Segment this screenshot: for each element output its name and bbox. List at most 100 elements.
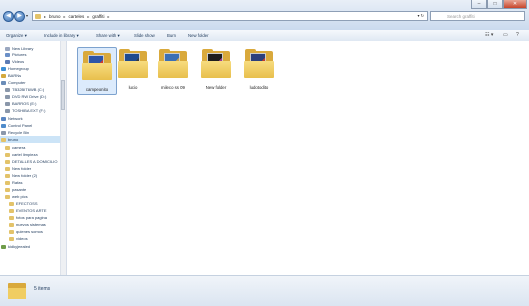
- folder-item[interactable]: lucio: [113, 47, 153, 90]
- sidebar-item[interactable]: BARROS (E:): [0, 100, 66, 107]
- sidebar-item[interactable]: New folder: [0, 165, 66, 172]
- sidebar-item-label: New folder (2): [12, 173, 38, 178]
- network-user-icon: [1, 244, 6, 249]
- sidebar-item[interactable]: TOSHIBA EXT (F:): [0, 107, 66, 114]
- burn-button[interactable]: Burn: [167, 31, 176, 40]
- search-input[interactable]: Search graffiti: [430, 11, 525, 21]
- sidebar-item[interactable]: Computer: [0, 79, 65, 86]
- sidebar-item[interactable]: Recycle Bin: [0, 129, 65, 136]
- sidebar-item-label: quienes somos: [16, 229, 43, 234]
- sidebar-item-label: TOSHIBA EXT (F:): [12, 108, 46, 113]
- preview-pane-button[interactable]: ▭: [503, 31, 508, 40]
- sidebar-item[interactable]: New folder (2): [0, 172, 66, 179]
- folder-icon: [156, 47, 190, 81]
- sidebar-item[interactable]: kidkyjeealed: [0, 243, 65, 250]
- drive-icon: [5, 108, 10, 113]
- videos-icon: [5, 59, 10, 64]
- window-controls: – □ ✕: [471, 0, 527, 9]
- breadcrumb-separator: ▸: [87, 13, 90, 19]
- sidebar-item-label: fotos para pagina: [16, 215, 47, 220]
- sidebar-item[interactable]: Pictures: [0, 51, 66, 58]
- sidebar-item[interactable]: BARNs: [0, 72, 65, 79]
- folder-thumbnail: mileco ss 09: [153, 47, 193, 90]
- organize-button[interactable]: Organize ▾: [6, 31, 27, 40]
- dvd-icon: [5, 94, 10, 99]
- user-icon: [1, 73, 6, 78]
- sidebar-item-label: DETALLES A DOMICILIO: [12, 159, 58, 164]
- back-button[interactable]: ◀: [3, 11, 14, 22]
- sidebar-item[interactable]: EVENTOS ARTE: [0, 207, 66, 214]
- folder-icon: [116, 47, 150, 81]
- folder-label: ludotodito: [249, 85, 269, 90]
- sidebar-item[interactable]: pasante: [0, 186, 66, 193]
- refresh-button[interactable]: ▾ ↻: [400, 12, 424, 20]
- sidebar-item[interactable]: Homegroup: [0, 65, 65, 72]
- sidebar-item[interactable]: quienes somos: [0, 228, 66, 235]
- sidebar-item-label: Recycle Bin: [8, 130, 30, 135]
- folder-icon: [199, 47, 233, 81]
- sidebar-item[interactable]: videos: [0, 235, 66, 242]
- change-view-button[interactable]: ☷ ▾: [485, 31, 493, 40]
- folder-label: New folder: [205, 85, 227, 90]
- folder-icon: [9, 208, 14, 213]
- folder-item[interactable]: campeonito: [77, 47, 117, 95]
- computer-icon: [1, 80, 6, 85]
- breadcrumb-carteles[interactable]: carteles: [69, 14, 85, 19]
- sidebar-item[interactable]: Videos: [0, 58, 66, 65]
- navigation-pane: New Library Pictures Videos Homegroup BARNs C…: [0, 41, 67, 275]
- sidebar-item[interactable]: bruno: [0, 136, 65, 143]
- sidebar-item[interactable]: web pics: [0, 193, 66, 200]
- title-bar: – □ ✕ ◀ ▶ ▾ ▸ bruno ▸ carteles ▸ graffit…: [0, 0, 529, 30]
- folder-icon: [5, 180, 10, 185]
- folder-item[interactable]: ludotodito: [239, 47, 279, 90]
- homegroup-icon: [1, 66, 6, 71]
- sidebar-item[interactable]: EFECTOSS: [0, 200, 66, 207]
- sidebar-item[interactable]: camera: [0, 144, 66, 151]
- sidebar-item[interactable]: TB32BIT6WB (C:): [0, 86, 66, 93]
- folder-thumbnail: ludotodito: [239, 47, 279, 90]
- breadcrumb-bruno[interactable]: bruno: [49, 14, 61, 19]
- scrollbar-thumb[interactable]: [61, 80, 65, 110]
- folder-icon: [242, 47, 276, 81]
- sidebar-item-label: New folder: [12, 166, 32, 171]
- pictures-icon: [5, 52, 10, 57]
- folder-icon: [9, 222, 14, 227]
- breadcrumb-separator: ▸: [107, 13, 110, 19]
- slide-show-button[interactable]: Slide show: [134, 31, 155, 40]
- forward-button[interactable]: ▶: [14, 11, 25, 22]
- folder-icon: [5, 166, 10, 171]
- folder-icon: [9, 236, 14, 241]
- sidebar-item[interactable]: cartel limpieza: [0, 151, 66, 158]
- include-in-library-button[interactable]: Include in library ▾: [44, 31, 79, 40]
- folder-icon: [80, 49, 114, 83]
- breadcrumb-separator: ▸: [44, 13, 47, 19]
- sidebar-item-label: web pics: [12, 194, 28, 199]
- sidebar-item[interactable]: fotos para pagina: [0, 214, 66, 221]
- control-panel-icon: [1, 123, 6, 128]
- drive-icon: [5, 101, 10, 106]
- sidebar-item[interactable]: Rafas: [0, 179, 66, 186]
- new-folder-button[interactable]: New folder: [188, 31, 209, 40]
- sidebar-item[interactable]: Network: [0, 115, 65, 122]
- maximize-button[interactable]: □: [487, 0, 503, 9]
- sidebar-item-label: Videos: [12, 59, 25, 64]
- folder-icon: [5, 194, 10, 199]
- folder-icon: [9, 229, 14, 234]
- minimize-button[interactable]: –: [471, 0, 487, 9]
- folder-item[interactable]: mileco ss 09: [153, 47, 193, 90]
- recent-pages-dropdown[interactable]: ▾: [26, 13, 28, 18]
- sidebar-item-label: EFECTOSS: [16, 201, 38, 206]
- share-with-button[interactable]: Share with ▾: [96, 31, 120, 40]
- help-button[interactable]: ?: [516, 31, 519, 40]
- sidebar-item-label: BARNs: [8, 73, 22, 78]
- close-button[interactable]: ✕: [503, 0, 527, 9]
- sidebar-item[interactable]: DVD RW Drive (D:): [0, 93, 66, 100]
- sidebar-item[interactable]: DETALLES A DOMICILIO: [0, 158, 66, 165]
- sidebar-item[interactable]: Control Panel: [0, 122, 65, 129]
- folder-icon: [5, 187, 10, 192]
- navigation-scrollbar[interactable]: [60, 41, 66, 275]
- address-bar[interactable]: ▸ bruno ▸ carteles ▸ graffiti ▸: [32, 11, 428, 21]
- sidebar-item[interactable]: nuevos sistemas: [0, 221, 66, 228]
- folder-item[interactable]: New folder: [196, 47, 236, 90]
- breadcrumb-graffiti[interactable]: graffiti: [92, 14, 104, 19]
